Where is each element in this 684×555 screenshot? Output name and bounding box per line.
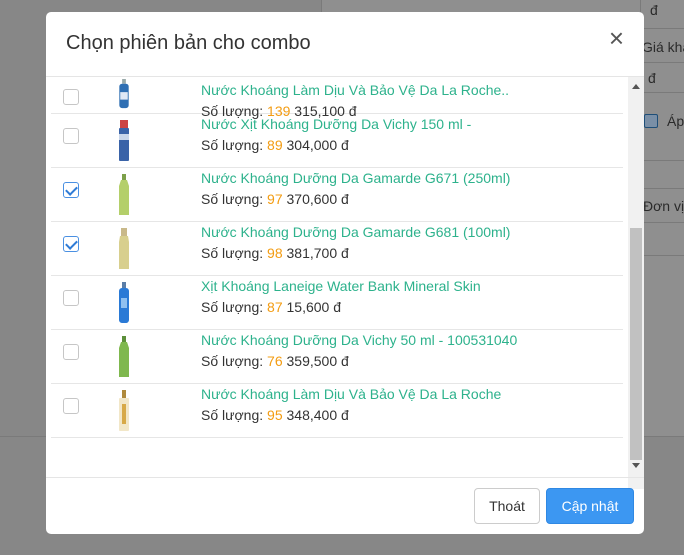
quantity-value: 89	[267, 137, 283, 153]
quantity-label: Số lượng:	[201, 137, 264, 153]
variant-checkbox[interactable]	[63, 290, 79, 306]
background-divider	[640, 62, 684, 63]
quantity-value: 98	[267, 245, 283, 261]
variant-info: Xịt Khoáng Laneige Water Bank Mineral Sk…	[201, 277, 481, 316]
variant-price: 381,700 đ	[286, 245, 349, 261]
background-checkbox	[644, 114, 658, 128]
variant-name[interactable]: Nước Khoáng Làm Dịu Và Bảo Vệ Da La Roch…	[201, 385, 501, 403]
background-text: Đơn vị	[643, 198, 684, 214]
quantity-label: Số lượng:	[201, 353, 264, 369]
variant-list: Nước Khoáng Làm Dịu Và Bảo Vệ Da La Roch…	[51, 77, 623, 438]
scroll-up-arrow-icon[interactable]	[632, 84, 640, 89]
variant-name[interactable]: Nước Xịt Khoáng Dưỡng Da Vichy 150 ml -	[201, 115, 471, 133]
background-text: Giá khá	[642, 39, 684, 55]
variant-checkbox[interactable]	[63, 344, 79, 360]
scroll-thumb[interactable]	[630, 228, 642, 460]
variant-checkbox[interactable]	[63, 236, 79, 252]
quantity-value: 76	[267, 353, 283, 369]
variant-price: 359,500 đ	[286, 353, 349, 369]
variant-meta: Số lượng: 97 370,600 đ	[201, 190, 510, 208]
quantity-value: 95	[267, 407, 283, 423]
variant-info: Nước Khoáng Làm Dịu Và Bảo Vệ Da La Roch…	[201, 385, 501, 424]
variant-info: Nước Khoáng Dưỡng Da Vichy 50 ml - 10053…	[201, 331, 517, 370]
variant-meta: Số lượng: 87 15,600 đ	[201, 298, 481, 316]
variant-meta: Số lượng: 76 359,500 đ	[201, 352, 517, 370]
variant-meta: Số lượng: 89 304,000 đ	[201, 136, 471, 154]
variant-row[interactable]: Nước Khoáng Dưỡng Da Vichy 50 ml - 10053…	[51, 330, 623, 384]
variant-modal: Chọn phiên bản cho combo × Nước Khoáng L…	[46, 12, 644, 534]
modal-title: Chọn phiên bản cho combo	[66, 32, 311, 54]
variant-name[interactable]: Nước Khoáng Dưỡng Da Gamarde G681 (100ml…	[201, 223, 510, 241]
variant-info: Nước Khoáng Dưỡng Da Gamarde G671 (250ml…	[201, 169, 510, 208]
product-thumbnail	[117, 120, 131, 162]
quantity-label: Số lượng:	[201, 245, 264, 261]
quantity-value: 87	[267, 299, 283, 315]
variant-meta: Số lượng: 98 381,700 đ	[201, 244, 510, 262]
product-thumbnail	[117, 282, 131, 324]
variant-checkbox[interactable]	[63, 182, 79, 198]
quantity-label: Số lượng:	[201, 299, 264, 315]
variant-checkbox[interactable]	[63, 89, 79, 105]
variant-info: Nước Khoáng Dưỡng Da Gamarde G681 (100ml…	[201, 223, 510, 262]
scrollbar[interactable]	[628, 77, 644, 489]
quantity-label: Số lượng:	[201, 407, 264, 423]
modal-body: Nước Khoáng Làm Dịu Và Bảo Vệ Da La Roch…	[46, 77, 644, 489]
background-text: Áp	[667, 113, 684, 129]
quantity-value: 97	[267, 191, 283, 207]
product-thumbnail	[117, 390, 131, 432]
background-text: đ	[648, 70, 656, 86]
variant-meta: Số lượng: 95 348,400 đ	[201, 406, 501, 424]
variant-name[interactable]: Nước Khoáng Làm Dịu Và Bảo Vệ Da La Roch…	[201, 81, 509, 99]
variant-row[interactable]: Nước Khoáng Dưỡng Da Gamarde G671 (250ml…	[51, 168, 623, 222]
variant-name[interactable]: Nước Khoáng Dưỡng Da Gamarde G671 (250ml…	[201, 169, 510, 187]
modal-footer: Thoát Cập nhật	[46, 477, 644, 534]
variant-info: Nước Xịt Khoáng Dưỡng Da Vichy 150 ml - S…	[201, 115, 471, 154]
update-button[interactable]: Cập nhật	[546, 488, 634, 524]
background-divider	[640, 92, 684, 93]
background-text: đ	[650, 2, 658, 18]
product-thumbnail	[117, 228, 131, 270]
product-thumbnail	[117, 336, 131, 378]
exit-button[interactable]: Thoát	[474, 488, 540, 524]
quantity-label: Số lượng:	[201, 191, 264, 207]
variant-checkbox[interactable]	[63, 128, 79, 144]
variant-price: 348,400 đ	[286, 407, 349, 423]
background-divider	[640, 222, 684, 223]
variant-name[interactable]: Nước Khoáng Dưỡng Da Vichy 50 ml - 10053…	[201, 331, 517, 349]
background-divider	[640, 255, 684, 256]
background-divider	[640, 188, 684, 189]
variant-row[interactable]: Nước Khoáng Làm Dịu Và Bảo Vệ Da La Roch…	[51, 77, 623, 119]
modal-header: Chọn phiên bản cho combo ×	[46, 12, 644, 77]
product-thumbnail	[117, 79, 131, 109]
variant-price: 15,600 đ	[286, 299, 342, 315]
variant-row[interactable]: Nước Khoáng Dưỡng Da Gamarde G681 (100ml…	[51, 222, 623, 276]
variant-price: 304,000 đ	[286, 137, 349, 153]
variant-row[interactable]: Nước Khoáng Làm Dịu Và Bảo Vệ Da La Roch…	[51, 384, 623, 438]
variant-price: 370,600 đ	[286, 191, 349, 207]
product-thumbnail	[117, 174, 131, 216]
variant-row[interactable]: Nước Xịt Khoáng Dưỡng Da Vichy 150 ml - S…	[51, 114, 623, 168]
variant-checkbox[interactable]	[63, 398, 79, 414]
background-divider	[640, 160, 684, 161]
variant-name[interactable]: Xịt Khoáng Laneige Water Bank Mineral Sk…	[201, 277, 481, 295]
close-icon[interactable]: ×	[609, 25, 624, 51]
scroll-down-arrow-icon[interactable]	[632, 463, 640, 468]
variant-row[interactable]: Xịt Khoáng Laneige Water Bank Mineral Sk…	[51, 276, 623, 330]
